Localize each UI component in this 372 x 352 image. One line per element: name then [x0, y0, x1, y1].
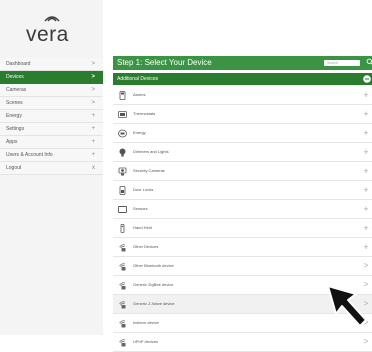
sidebar-item-label: Devices: [6, 74, 24, 80]
device-label: Sensors: [133, 206, 148, 211]
wireless-icon: [119, 244, 126, 252]
sidebar-item-settings[interactable]: Settings +: [0, 123, 103, 136]
sidebar-item-dashboard[interactable]: Dashboard >: [0, 58, 103, 71]
add-plus-icon[interactable]: +: [362, 181, 370, 199]
device-row-other-devices[interactable]: Other Devices +: [113, 238, 372, 257]
alarm-panel-icon: [119, 91, 126, 100]
remote-icon: [120, 224, 125, 233]
step-header: Step 1: Select Your Device Search: [113, 56, 372, 70]
wifi-wave-icon: [44, 16, 60, 22]
thermostat-icon: [118, 111, 127, 118]
wireless-icon: [119, 282, 126, 290]
wireless-icon: [119, 263, 126, 271]
chevron-right-icon: >: [91, 61, 95, 67]
device-label: Alarms: [133, 92, 146, 97]
expand-plus-icon: +: [91, 139, 95, 145]
step-title: Step 1: Select Your Device: [117, 58, 212, 67]
sidebar-item-cameras[interactable]: Cameras >: [0, 84, 103, 97]
collapse-minus-icon[interactable]: [363, 75, 371, 83]
light-bulb-icon: [119, 148, 126, 157]
search-input[interactable]: Search: [324, 60, 360, 66]
sidebar-item-label: Logout: [6, 165, 22, 171]
sidebar-item-label: Dashboard: [6, 61, 31, 67]
sidebar-item-apps[interactable]: Apps +: [0, 136, 103, 149]
sidebar: vera Dashboard > Devices > Cameras > Scenes > En…: [0, 0, 103, 335]
add-plus-icon[interactable]: +: [362, 86, 370, 104]
wireless-icon: [119, 339, 126, 347]
device-label: Thermostats: [133, 111, 156, 116]
sidebar-item-logout[interactable]: Logout x: [0, 162, 103, 175]
expand-plus-icon: +: [91, 152, 95, 158]
device-row-sensors[interactable]: Sensors +: [113, 200, 372, 219]
section-title: Additional Devices: [117, 76, 159, 82]
device-label: Hand Held: [133, 225, 152, 230]
device-row-upnp-devices[interactable]: UPnP devices >: [113, 333, 372, 352]
device-label: Door Locks: [133, 187, 154, 192]
camera-icon: [118, 167, 127, 176]
chevron-right-icon: >: [91, 74, 95, 80]
add-plus-icon[interactable]: +: [362, 219, 370, 237]
vera-logo: vera: [26, 16, 78, 46]
device-label: Dimmers and Lights: [133, 149, 169, 154]
device-row-energy[interactable]: Energy +: [113, 124, 372, 143]
add-plus-icon[interactable]: +: [362, 143, 370, 161]
close-icon: x: [92, 165, 95, 171]
device-label: UPnP devices: [133, 339, 159, 344]
search-icon[interactable]: [366, 58, 372, 66]
sidebar-item-users-account-info[interactable]: Users & Account Info +: [0, 149, 103, 162]
mouse-pointer-icon: [327, 285, 367, 327]
sensor-icon: [118, 206, 127, 213]
chevron-right-icon[interactable]: >: [362, 257, 370, 275]
device-row-other-bluetooth-device[interactable]: Other Bluetooth device >: [113, 257, 372, 276]
device-label: Insteon device: [133, 320, 159, 325]
chevron-right-icon: >: [91, 87, 95, 93]
add-plus-icon[interactable]: +: [362, 200, 370, 218]
add-plus-icon[interactable]: +: [362, 105, 370, 123]
logo-wordmark: vera: [26, 23, 69, 46]
device-row-alarms[interactable]: Alarms +: [113, 86, 372, 105]
energy-meter-icon: [118, 129, 127, 138]
expand-plus-icon: +: [91, 126, 95, 132]
sidebar-item-label: Users & Account Info: [6, 152, 53, 158]
sidebar-item-label: Apps: [6, 139, 18, 145]
add-plus-icon[interactable]: +: [362, 238, 370, 256]
sidebar-item-devices[interactable]: Devices >: [0, 71, 103, 84]
device-row-hand-held[interactable]: Hand Held +: [113, 219, 372, 238]
search-placeholder: Search: [327, 61, 339, 65]
chevron-right-icon: >: [91, 100, 95, 106]
sidebar-item-label: Scenes: [6, 100, 23, 106]
device-label: Generic Z-Wave device: [133, 301, 175, 306]
door-lock-icon: [119, 186, 126, 195]
device-row-door-locks[interactable]: Door Locks +: [113, 181, 372, 200]
add-plus-icon[interactable]: +: [362, 162, 370, 180]
chevron-right-icon[interactable]: >: [362, 333, 370, 351]
expand-plus-icon: +: [91, 113, 95, 119]
device-label: Generic ZigBee device: [133, 282, 174, 287]
add-plus-icon[interactable]: +: [362, 124, 370, 142]
device-label: Other Devices: [133, 244, 159, 249]
device-label: Other Bluetooth device: [133, 263, 174, 268]
sidebar-item-label: Cameras: [6, 87, 27, 93]
wireless-icon: [119, 301, 126, 309]
device-row-thermostats[interactable]: Thermostats +: [113, 105, 372, 124]
sidebar-item-energy[interactable]: Energy +: [0, 110, 103, 123]
wireless-icon: [119, 320, 126, 328]
sidebar-item-scenes[interactable]: Scenes >: [0, 97, 103, 110]
sidebar-item-label: Energy: [6, 113, 22, 119]
device-label: Energy: [133, 130, 146, 135]
additional-devices-header[interactable]: Additional Devices: [113, 73, 372, 85]
device-label: Security Cameras: [133, 168, 165, 173]
device-row-dimmers-and-lights[interactable]: Dimmers and Lights +: [113, 143, 372, 162]
device-row-security-cameras[interactable]: Security Cameras +: [113, 162, 372, 181]
sidebar-item-label: Settings: [6, 126, 25, 132]
sidebar-nav: Dashboard > Devices > Cameras > Scenes > Energy +…: [0, 58, 103, 175]
